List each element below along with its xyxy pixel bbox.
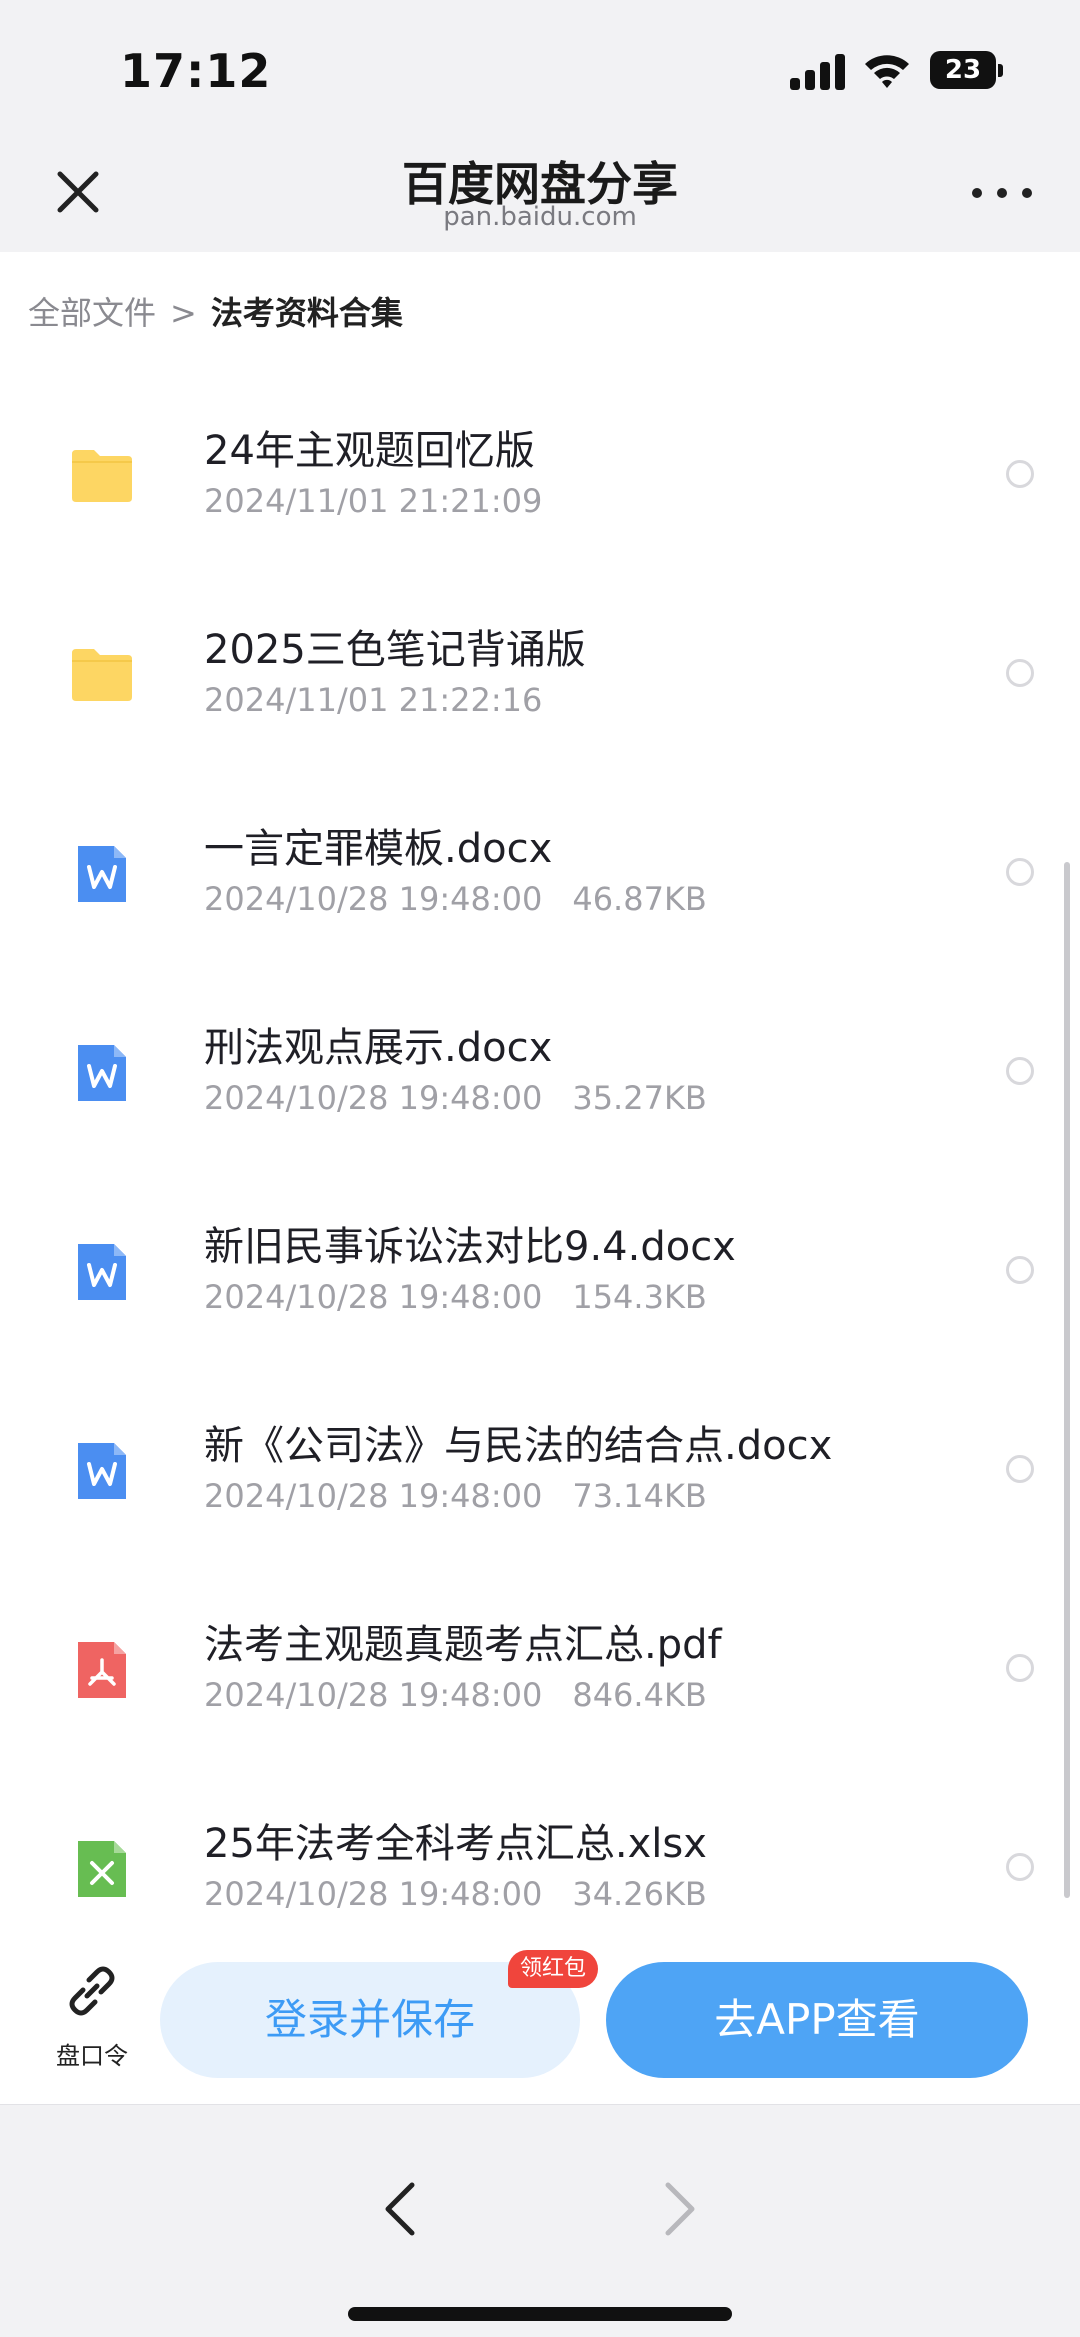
excel-icon bbox=[78, 1841, 126, 1897]
open-app-button[interactable]: 去APP查看 bbox=[606, 1962, 1028, 2078]
file-meta: 2024/10/28 19:48:00 154.3KB bbox=[204, 1278, 707, 1316]
file-name: 一言定罪模板.docx bbox=[204, 826, 553, 872]
file-row[interactable]: 25年法考全科考点汇总.xlsx 2024/10/28 19:48:00 34.2… bbox=[0, 1791, 1080, 1954]
folder-icon bbox=[72, 649, 132, 701]
select-checkbox[interactable] bbox=[1006, 659, 1034, 687]
browser-nav-bar bbox=[0, 2104, 1080, 2337]
file-row[interactable]: 一言定罪模板.docx 2024/10/28 19:48:00 46.87KB bbox=[0, 796, 1080, 995]
breadcrumb: 全部文件 > 法考资料合集 bbox=[28, 288, 403, 334]
file-meta: 2024/10/28 19:48:00 846.4KB bbox=[204, 1676, 707, 1714]
file-name: 新旧民事诉讼法对比9.4.docx bbox=[204, 1224, 736, 1270]
select-checkbox[interactable] bbox=[1006, 1057, 1034, 1085]
back-arrow-icon[interactable] bbox=[376, 2177, 424, 2241]
home-indicator bbox=[348, 2307, 732, 2321]
file-date: 2024/10/28 19:48:00 bbox=[204, 1278, 543, 1316]
word-doc-icon bbox=[78, 1244, 126, 1300]
file-size: 154.3KB bbox=[572, 1278, 707, 1316]
file-size: 846.4KB bbox=[572, 1676, 707, 1714]
link-icon bbox=[69, 1966, 115, 2016]
word-doc-icon bbox=[78, 846, 126, 902]
pan-token-label: 盘口令 bbox=[56, 2042, 128, 2070]
file-size: 46.87KB bbox=[572, 880, 707, 918]
file-row[interactable]: 2025三色笔记背诵版 2024/11/01 21:22:16 bbox=[0, 597, 1080, 796]
battery-icon: 23 bbox=[930, 51, 1003, 89]
file-name: 新《公司法》与民法的结合点.docx bbox=[204, 1423, 833, 1469]
scrollbar[interactable] bbox=[1064, 862, 1070, 1898]
file-date: 2024/10/28 19:48:00 bbox=[204, 1477, 543, 1515]
file-row[interactable]: 新《公司法》与民法的结合点.docx 2024/10/28 19:48:00 73… bbox=[0, 1393, 1080, 1592]
wifi-icon bbox=[865, 55, 909, 88]
breadcrumb-current: 法考资料合集 bbox=[210, 294, 403, 332]
browser-header: 百度网盘分享 pan.baidu.com bbox=[0, 130, 1080, 252]
file-meta: 2024/11/01 21:22:16 bbox=[204, 681, 542, 719]
word-doc-icon bbox=[78, 1443, 126, 1499]
select-checkbox[interactable] bbox=[1006, 858, 1034, 886]
red-packet-badge: 领红包 bbox=[508, 1950, 599, 1988]
file-list: 24年主观题回忆版 2024/11/01 21:21:09 2025三色笔记背诵… bbox=[0, 398, 1080, 1954]
file-date: 2024/10/28 19:48:00 bbox=[204, 1875, 543, 1913]
file-date: 2024/10/28 19:48:00 bbox=[204, 1676, 543, 1714]
file-meta: 2024/11/01 21:21:09 bbox=[204, 482, 542, 520]
breadcrumb-root[interactable]: 全部文件 bbox=[28, 294, 156, 332]
file-row[interactable]: 新旧民事诉讼法对比9.4.docx 2024/10/28 19:48:00 154… bbox=[0, 1194, 1080, 1393]
file-row[interactable]: 法考主观题真题考点汇总.pdf 2024/10/28 19:48:00 846.4… bbox=[0, 1592, 1080, 1791]
file-name: 24年主观题回忆版 bbox=[204, 428, 535, 474]
pan-token-button[interactable]: 盘口令 bbox=[44, 1960, 140, 2080]
breadcrumb-separator: > bbox=[170, 294, 197, 332]
select-checkbox[interactable] bbox=[1006, 1853, 1034, 1881]
forward-arrow-icon[interactable] bbox=[656, 2177, 704, 2241]
file-name: 25年法考全科考点汇总.xlsx bbox=[204, 1821, 707, 1867]
file-date: 2024/11/01 21:21:09 bbox=[204, 482, 543, 520]
status-bar: 17:12 23 bbox=[0, 0, 1080, 130]
file-row[interactable]: 24年主观题回忆版 2024/11/01 21:21:09 bbox=[0, 398, 1080, 597]
file-name: 刑法观点展示.docx bbox=[204, 1025, 553, 1071]
word-doc-icon bbox=[78, 1045, 126, 1101]
file-name: 法考主观题真题考点汇总.pdf bbox=[204, 1622, 722, 1668]
file-size: 35.27KB bbox=[572, 1079, 707, 1117]
file-browser: 全部文件 > 法考资料合集 24年主观题回忆版 2024/11/01 21:21:0… bbox=[0, 252, 1080, 1954]
file-meta: 2024/10/28 19:48:00 73.14KB bbox=[204, 1477, 707, 1515]
more-options-icon[interactable] bbox=[972, 178, 1032, 208]
file-date: 2024/10/28 19:48:00 bbox=[204, 1079, 543, 1117]
pdf-icon bbox=[78, 1642, 126, 1698]
file-size: 73.14KB bbox=[572, 1477, 707, 1515]
file-meta: 2024/10/28 19:48:00 34.26KB bbox=[204, 1875, 707, 1913]
select-checkbox[interactable] bbox=[1006, 1256, 1034, 1284]
select-checkbox[interactable] bbox=[1006, 460, 1034, 488]
file-row[interactable]: 刑法观点展示.docx 2024/10/28 19:48:00 35.27KB bbox=[0, 995, 1080, 1194]
folder-icon bbox=[72, 450, 132, 502]
file-meta: 2024/10/28 19:48:00 46.87KB bbox=[204, 880, 707, 918]
file-name: 2025三色笔记背诵版 bbox=[204, 627, 586, 673]
cellular-signal-icon bbox=[790, 54, 846, 90]
file-date: 2024/11/01 21:22:16 bbox=[204, 681, 543, 719]
file-date: 2024/10/28 19:48:00 bbox=[204, 880, 543, 918]
page-url: pan.baidu.com bbox=[443, 202, 637, 232]
action-bar: 盘口令 登录并保存 领红包 去APP查看 bbox=[0, 1938, 1080, 2104]
select-checkbox[interactable] bbox=[1006, 1455, 1034, 1483]
select-checkbox[interactable] bbox=[1006, 1654, 1034, 1682]
file-size: 34.26KB bbox=[572, 1875, 707, 1913]
battery-level: 23 bbox=[930, 51, 996, 89]
file-meta: 2024/10/28 19:48:00 35.27KB bbox=[204, 1079, 707, 1117]
status-time: 17:12 bbox=[120, 44, 272, 98]
